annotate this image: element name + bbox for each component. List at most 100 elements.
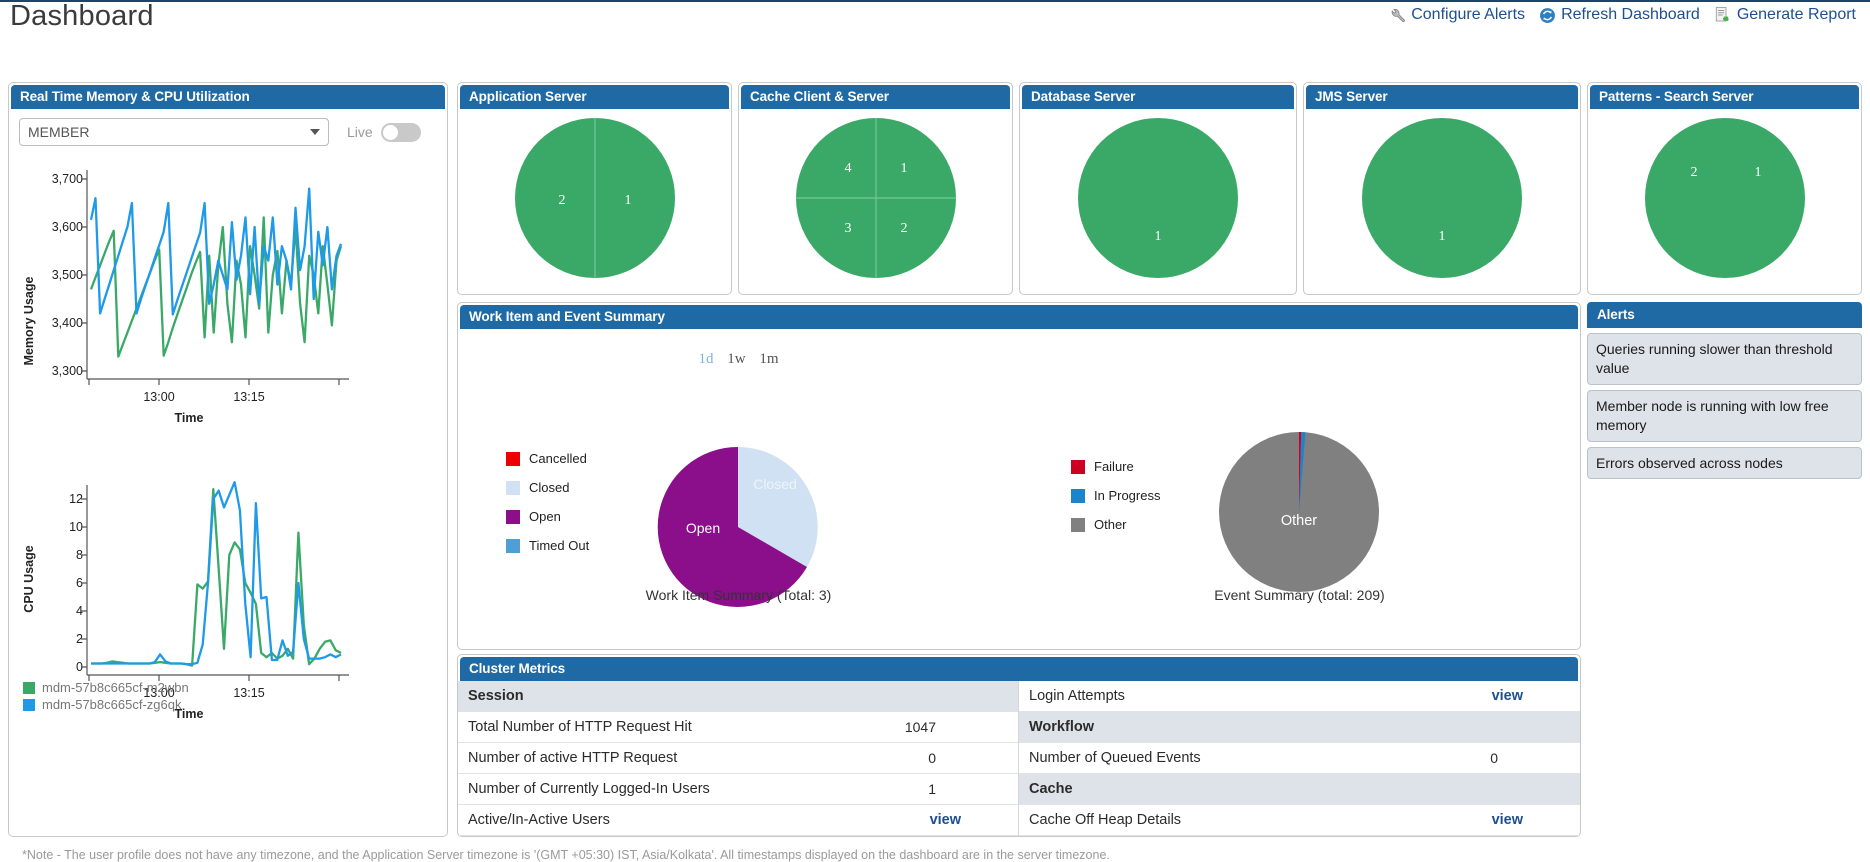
legend-label: Timed Out [529, 538, 589, 553]
legend-label: Closed [529, 480, 569, 495]
page-header: Dashboard Configure Alerts Refresh Dashb… [0, 2, 1870, 38]
svg-text:Memory Usage: Memory Usage [22, 276, 36, 365]
table-row: Number of active HTTP Request 0 [458, 743, 1018, 774]
view-link[interactable]: view [1492, 812, 1568, 828]
table-row: Total Number of HTTP Request Hit1047 [458, 712, 1018, 743]
metric-label: Active/In-Active Users [468, 812, 610, 828]
metric-label: Workflow [1029, 719, 1094, 735]
slice-label: 2 [900, 221, 907, 236]
cache-server-pie[interactable]: 4 1 2 3 [739, 109, 1012, 287]
cluster-metrics-left-column: Session Total Number of HTTP Request Hit1… [458, 681, 1019, 836]
table-row: Cache Off Heap Detailsview [1019, 805, 1580, 836]
svg-text:10: 10 [69, 520, 83, 534]
pie-slice-closed-label: Closed [753, 476, 797, 492]
series-line [91, 482, 341, 664]
series-line [91, 217, 341, 356]
panel-title-jms-server: JMS Server [1306, 85, 1578, 109]
cluster-metrics-table: Session Total Number of HTTP Request Hit1… [458, 681, 1580, 836]
panel-cache-client-server: Cache Client & Server 4 1 2 3 [738, 82, 1013, 295]
alert-item[interactable]: Member node is running with low free mem… [1587, 390, 1862, 442]
svg-text:3,300: 3,300 [52, 364, 83, 378]
configure-alerts-button[interactable]: Configure Alerts [1388, 6, 1525, 24]
slice-label: 4 [844, 161, 851, 176]
legend-swatch-failure [1071, 460, 1085, 474]
svg-text:3,600: 3,600 [52, 220, 83, 234]
member-select[interactable]: MEMBER [19, 118, 329, 146]
series-legend: mdm-57b8c665cf-m2wbn mdm-57b8c665cf-zg6q… [23, 680, 189, 714]
panel-patterns-search-server: Patterns - Search Server 2 1 [1587, 82, 1862, 295]
svg-text:Time: Time [175, 411, 204, 425]
svg-text:3,500: 3,500 [52, 268, 83, 282]
work-item-caption: Work Item Summary (Total: 3) [458, 587, 1019, 603]
legend-item: In Progress [1071, 488, 1160, 503]
application-server-pie[interactable]: 2 1 [458, 109, 731, 287]
alerts-list: Queries running slower than threshold va… [1587, 333, 1862, 479]
table-row: Active/In-Active Users view [458, 805, 1018, 836]
pie-slice-open-label: Open [686, 520, 720, 536]
metric-label: Number of Queued Events [1029, 750, 1201, 766]
cluster-metrics-right-column: Login AttemptsviewWorkflowNumber of Queu… [1019, 681, 1580, 836]
legend-label: Other [1094, 517, 1127, 532]
legend-swatch-timed-out [506, 539, 520, 553]
refresh-dashboard-label: Refresh Dashboard [1561, 6, 1700, 24]
metric-value: 1 [928, 781, 1006, 797]
svg-text:13:00: 13:00 [143, 390, 174, 404]
real-time-body: MEMBER Live Memory Usage 3,700 3,600 3,5… [9, 109, 447, 732]
slice-label: 2 [1690, 165, 1697, 180]
panel-cluster-metrics: Cluster Metrics Session Total Number of H… [457, 654, 1581, 837]
view-link[interactable]: view [930, 812, 1006, 828]
svg-text:12: 12 [69, 492, 83, 506]
live-toggle[interactable] [381, 123, 421, 142]
footer-note: *Note - The user profile does not have a… [0, 848, 1870, 862]
refresh-dashboard-button[interactable]: Refresh Dashboard [1539, 6, 1700, 24]
event-summary-chart: Other Failure In Progress Other [1019, 329, 1580, 639]
table-section-row: Session [458, 681, 1018, 712]
svg-text:13:15: 13:15 [233, 686, 264, 700]
metric-value: 0 [1490, 750, 1568, 766]
metric-label: Number of active HTTP Request [468, 750, 677, 766]
legend-item: Timed Out [506, 538, 589, 553]
alert-item[interactable]: Queries running slower than threshold va… [1587, 333, 1862, 385]
svg-text:13:15: 13:15 [233, 390, 264, 404]
legend-item: Other [1071, 517, 1160, 532]
panel-title-database-server: Database Server [1022, 85, 1294, 109]
configure-alerts-label: Configure Alerts [1411, 6, 1525, 24]
legend-swatch-blue [23, 699, 35, 711]
generate-report-button[interactable]: Generate Report [1714, 6, 1856, 24]
svg-text:3,400: 3,400 [52, 316, 83, 330]
legend-swatch-in-progress [1071, 489, 1085, 503]
jms-server-pie[interactable]: 1 [1304, 109, 1580, 287]
legend-label: mdm-57b8c665cf-zg6qk [42, 697, 181, 712]
patterns-search-server-pie[interactable]: 2 1 [1588, 109, 1861, 287]
panel-application-server: Application Server 2 1 [457, 82, 732, 295]
panel-title-cache-client-server: Cache Client & Server [741, 85, 1010, 109]
metric-value: 0 [928, 750, 1006, 766]
alert-item[interactable]: Errors observed across nodes [1587, 447, 1862, 480]
panel-jms-server: JMS Server 1 [1303, 82, 1581, 295]
legend-label: Failure [1094, 459, 1134, 474]
view-link[interactable]: view [1492, 688, 1568, 704]
panel-title-work-item: Work Item and Event Summary [460, 305, 1578, 329]
metric-label: Session [468, 688, 524, 704]
panel-title-real-time: Real Time Memory & CPU Utilization [11, 85, 445, 109]
legend-item: mdm-57b8c665cf-zg6qk [23, 697, 189, 712]
panel-title-alerts: Alerts [1587, 302, 1862, 328]
page-title: Dashboard [10, 0, 154, 33]
generate-report-label: Generate Report [1737, 6, 1856, 24]
report-icon [1714, 6, 1732, 24]
panel-title-cluster-metrics: Cluster Metrics [460, 657, 1578, 681]
table-row: Number of Currently Logged-In Users1 [458, 774, 1018, 805]
pie-slice-other-label: Other [1281, 513, 1317, 529]
legend-item: mdm-57b8c665cf-m2wbn [23, 680, 189, 695]
database-server-pie[interactable]: 1 [1020, 109, 1296, 287]
legend-swatch-cancelled [506, 452, 520, 466]
slice-label: 1 [624, 193, 631, 208]
legend-swatch-closed [506, 481, 520, 495]
legend-label: In Progress [1094, 488, 1160, 503]
legend-item: Open [506, 509, 589, 524]
slice-label: 1 [1754, 165, 1761, 180]
slice-label: 1 [1155, 229, 1162, 244]
legend-label: Open [529, 509, 561, 524]
event-legend: Failure In Progress Other [1071, 459, 1160, 546]
legend-label: mdm-57b8c665cf-m2wbn [42, 680, 189, 695]
